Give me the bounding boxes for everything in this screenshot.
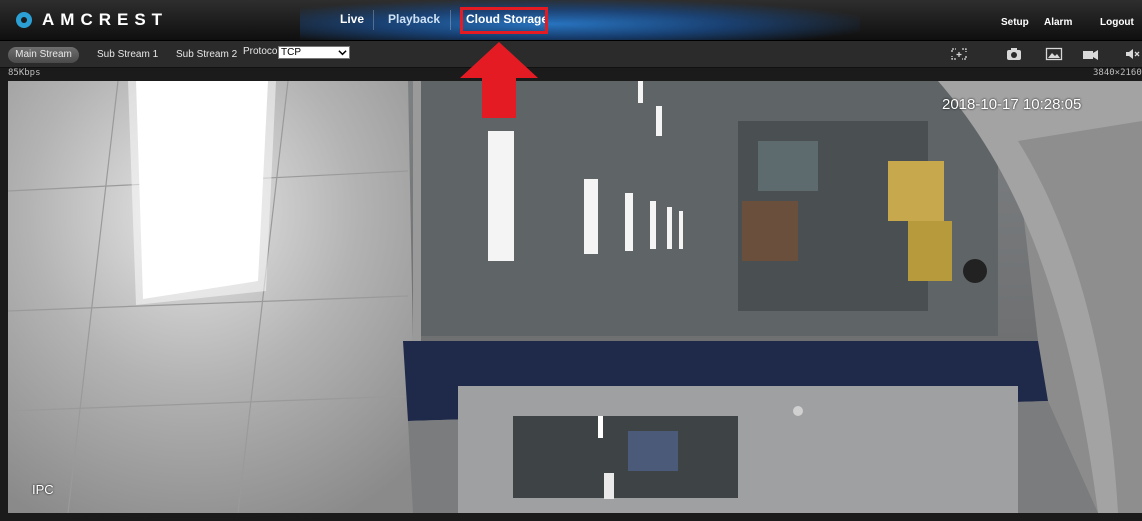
bitrate-readout: 85Kbps [8, 68, 41, 78]
logo-text: AMCREST [42, 10, 169, 29]
image-icon[interactable] [1045, 47, 1063, 61]
live-video-view[interactable]: 2018-10-17 10:28:05 IPC [8, 81, 1142, 513]
sub-stream-1-button[interactable]: Sub Stream 1 [97, 47, 158, 63]
sub-stream-2-button[interactable]: Sub Stream 2 [176, 47, 237, 63]
stream-info-strip: 85Kbps 3840×2160 [0, 68, 1142, 80]
cloud-storage-highlight-box [460, 7, 548, 34]
chevron-down-icon [338, 50, 347, 56]
channel-label: IPC [32, 482, 54, 497]
snapshot-camera-icon[interactable] [1005, 47, 1023, 61]
top-header: AMCREST Live Playback Cloud Storage Setu… [0, 0, 1142, 41]
nav-highlight [300, 0, 860, 40]
tab-live[interactable]: Live [340, 12, 364, 26]
amcrest-logo: AMCREST [16, 10, 169, 29]
tab-playback[interactable]: Playback [388, 12, 440, 26]
setup-link[interactable]: Setup [1001, 17, 1029, 28]
alarm-link[interactable]: Alarm [1044, 17, 1072, 28]
fullscreen-icon[interactable] [950, 47, 968, 61]
camera-scene-image [8, 81, 1142, 513]
annotation-arrow-icon [460, 42, 538, 118]
protocol-value: TCP [281, 47, 301, 58]
logout-link[interactable]: Logout [1100, 17, 1134, 28]
resolution-readout: 3840×2160 [1093, 68, 1142, 78]
nav-divider [450, 10, 451, 30]
nav-divider [373, 10, 374, 30]
record-icon[interactable] [1082, 47, 1100, 61]
protocol-label: Protocol [243, 46, 280, 57]
logo-icon [16, 12, 32, 28]
stream-toolbar: Main Stream Sub Stream 1 Sub Stream 2 Pr… [0, 41, 1142, 68]
video-timestamp: 2018-10-17 10:28:05 [942, 96, 1082, 113]
protocol-select[interactable]: TCP [278, 46, 350, 59]
mute-icon[interactable] [1124, 47, 1142, 61]
main-stream-button[interactable]: Main Stream [8, 47, 79, 63]
bottom-bar [0, 513, 1142, 521]
